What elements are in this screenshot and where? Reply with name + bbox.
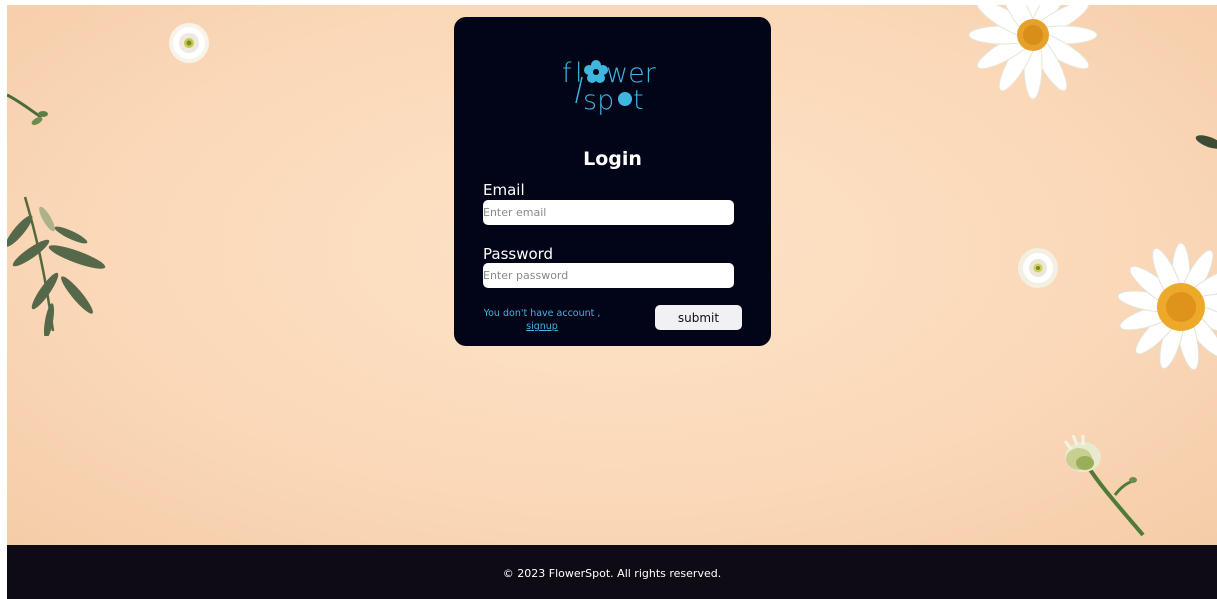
login-card: f l wer sp t Login Email Enter email Pas… [454, 17, 771, 346]
password-label: Password [483, 245, 554, 263]
flowerspot-logo: f l wer sp t [562, 58, 657, 115]
signup-prompt-text: You don't have account , [483, 308, 601, 319]
daisy-large-right-icon [1117, 242, 1217, 371]
footer: © 2023 FlowerSpot. All rights reserved. [7, 545, 1217, 599]
daisy-small-icon [169, 23, 209, 63]
svg-text:t: t [633, 85, 644, 115]
signup-prompt: You don't have account , signup [476, 307, 608, 333]
flower-bud-icon [1063, 434, 1145, 537]
signup-link[interactable]: signup [526, 321, 558, 332]
submit-button[interactable]: submit [655, 305, 742, 330]
hero-background: f l wer sp t Login Email Enter email Pas… [7, 5, 1217, 545]
olive-branch-icon [7, 196, 106, 336]
flower-logo-icon [584, 60, 608, 83]
footer-copyright: © 2023 FlowerSpot. All rights reserved. [502, 567, 722, 580]
leaf-right-icon [1195, 135, 1217, 149]
daisy-large-top-icon [968, 5, 1098, 100]
email-label: Email [483, 181, 525, 199]
svg-text:sp: sp [583, 85, 614, 115]
password-input[interactable] [483, 263, 734, 288]
page: f l wer sp t Login Email Enter email Pas… [7, 5, 1217, 599]
svg-text:l: l [575, 58, 583, 89]
daisy-small-right-icon [1018, 248, 1058, 288]
email-input[interactable] [483, 200, 734, 225]
leaf-sprig-top-icon [7, 93, 48, 125]
svg-text:f: f [562, 58, 572, 89]
login-title: Login [583, 148, 642, 170]
